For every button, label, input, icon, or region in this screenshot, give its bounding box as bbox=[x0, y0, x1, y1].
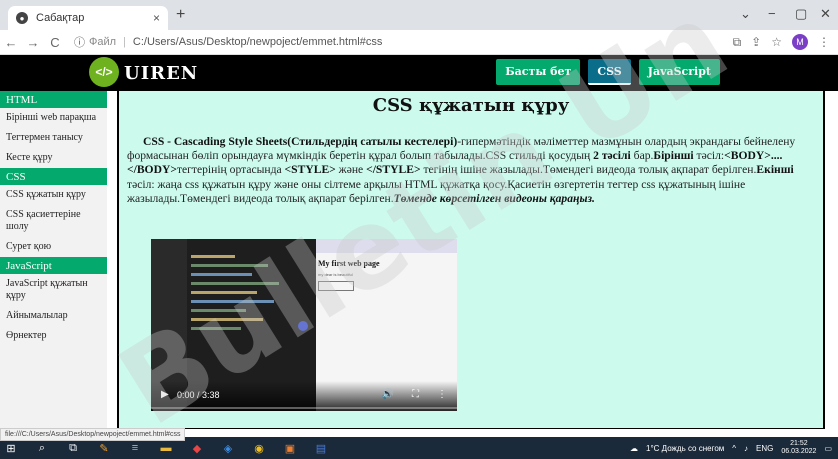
status-url-tooltip: file:///C:/Users/Asus/Desktop/newpoject/… bbox=[0, 428, 186, 441]
address-bar[interactable]: ⓘ Файл | C:/Users/Asus/Desktop/newpoject… bbox=[74, 34, 382, 50]
reload-button[interactable]: C bbox=[44, 35, 66, 50]
sidebar-item-image[interactable]: Сурет қою bbox=[0, 237, 107, 257]
menu-icon[interactable]: ⋮ bbox=[818, 35, 830, 49]
sidebar-item-variables[interactable]: Айнымалылар bbox=[0, 306, 107, 326]
url-scheme: Файл bbox=[89, 36, 117, 48]
css-definition: CSS - Cascading Style Sheets(Стильдердің… bbox=[143, 135, 458, 148]
close-window-button[interactable]: ✕ bbox=[820, 6, 831, 22]
sidebar-item-tags[interactable]: Тегтермен танысу bbox=[0, 128, 107, 148]
logo-icon[interactable]: </> bbox=[89, 57, 119, 87]
clock-time: 21:52 bbox=[790, 440, 808, 447]
video-cursor-dot bbox=[298, 321, 308, 331]
nav-css[interactable]: CSS bbox=[588, 59, 631, 85]
app-icon-6[interactable]: ▤ bbox=[310, 437, 332, 459]
new-tab-button[interactable]: + bbox=[176, 6, 185, 24]
sidebar-item-first-page[interactable]: Бірінші web парақша bbox=[0, 108, 107, 128]
app-icon-3[interactable]: ◆ bbox=[186, 437, 208, 459]
video-menu-icon[interactable]: ⋮ bbox=[437, 389, 447, 400]
sidebar-heading-css: CSS bbox=[0, 168, 107, 185]
language-indicator[interactable]: ENG bbox=[756, 444, 773, 453]
tab-strip: ● Сабақтар × + ⌄ − ▢ ✕ bbox=[0, 0, 838, 30]
tab-title: Сабақтар bbox=[36, 12, 85, 24]
nav-home[interactable]: Басты бет bbox=[496, 59, 581, 85]
sidebar: HTML Бірінші web парақша Тегтермен таныс… bbox=[0, 91, 107, 428]
nav-javascript[interactable]: JavaScript bbox=[638, 59, 720, 85]
video-browser-bar bbox=[316, 239, 457, 253]
video-controls: ▶ 0:00 / 3:38 🔊 ⛶ ⋮ bbox=[151, 381, 457, 411]
toolbar-right: ⧉ ⇪ ☆ M ⋮ bbox=[733, 34, 830, 50]
volume-tray-icon[interactable]: ♪ bbox=[744, 444, 748, 453]
site-nav: Басты бет CSS JavaScript bbox=[496, 59, 720, 85]
style-close-tag: </STYLE> bbox=[366, 163, 421, 177]
system-tray: ☁ 1°C Дождь со снегом ^ ♪ ENG 21:52 06.0… bbox=[630, 437, 832, 459]
back-button[interactable]: ← bbox=[0, 35, 22, 50]
fullscreen-icon[interactable]: ⛶ bbox=[412, 389, 419, 400]
video-page-table bbox=[318, 281, 354, 291]
video-page-subtitle: my dear is beautiful bbox=[318, 272, 353, 277]
clock-date: 06.03.2022 bbox=[781, 448, 817, 455]
text-part-4: тегтерінің ортасында bbox=[176, 163, 285, 177]
video-progress-bar[interactable] bbox=[151, 407, 457, 409]
app-icon-5[interactable]: ▣ bbox=[279, 437, 301, 459]
video-page-title: My first web page bbox=[318, 259, 380, 268]
chrome-icon[interactable]: ◉ bbox=[248, 437, 270, 459]
sidebar-heading-javascript: JavaScript bbox=[0, 257, 107, 274]
watch-video-note: Төменде көрсетілген видеоны қараңыз. bbox=[393, 191, 595, 205]
methods-count: 2 тәсілі bbox=[593, 149, 631, 163]
video-control-icons: 🔊 ⛶ ⋮ bbox=[382, 389, 447, 400]
notifications-icon[interactable]: ▭ bbox=[824, 444, 832, 453]
text-part-6: тегінің ішіне жазылады.Төмендегі видеода… bbox=[420, 163, 757, 177]
intro-paragraph: CSS - Cascading Style Sheets(Стильдердің… bbox=[127, 135, 817, 206]
weather-text[interactable]: 1°C Дождь со снегом bbox=[646, 444, 724, 453]
sidebar-item-expressions[interactable]: Өрнектер bbox=[0, 326, 107, 346]
app-icon-4[interactable]: ◈ bbox=[217, 437, 239, 459]
second-method-label: Екінші bbox=[756, 163, 794, 177]
volume-icon[interactable]: 🔊 bbox=[382, 389, 394, 400]
first-method-label: Бірінші bbox=[653, 149, 694, 163]
sidebar-item-css-document[interactable]: CSS құжатын құру bbox=[0, 185, 107, 205]
page-title: CSS құжатын құру bbox=[372, 95, 570, 116]
tray-chevron-icon[interactable]: ^ bbox=[732, 444, 736, 453]
sidebar-item-js-document[interactable]: JavaScript құжатын құру bbox=[0, 274, 107, 306]
forward-button[interactable]: → bbox=[22, 35, 44, 50]
minimize-button[interactable]: − bbox=[768, 6, 776, 21]
url-path: C:/Users/Asus/Desktop/newpoject/emmet.ht… bbox=[132, 36, 383, 48]
video-player[interactable]: My first web page my dear is beautiful ▶… bbox=[151, 239, 457, 411]
sidebar-heading-html: HTML bbox=[0, 91, 107, 108]
text-part-5: және bbox=[335, 163, 367, 177]
tab-search-icon[interactable]: ⌄ bbox=[740, 6, 751, 22]
translate-icon[interactable]: ⧉ bbox=[733, 35, 742, 50]
info-icon[interactable]: ⓘ bbox=[74, 34, 85, 50]
tab-favicon-icon: ● bbox=[16, 12, 28, 24]
weather-icon[interactable]: ☁ bbox=[630, 444, 638, 453]
text-part-2: бар. bbox=[630, 149, 654, 163]
play-icon[interactable]: ▶ bbox=[161, 389, 169, 400]
bookmark-star-icon[interactable]: ☆ bbox=[771, 35, 782, 49]
main-content: CSS құжатын құру CSS - Cascading Style S… bbox=[117, 91, 825, 428]
content-bottom-border bbox=[117, 428, 825, 434]
maximize-button[interactable]: ▢ bbox=[795, 6, 807, 22]
video-code-lines bbox=[191, 249, 301, 336]
video-time: 0:00 / 3:38 bbox=[177, 390, 220, 400]
browser-tab[interactable]: ● Сабақтар × bbox=[8, 6, 168, 30]
sidebar-item-table[interactable]: Кесте құру bbox=[0, 148, 107, 168]
share-icon[interactable]: ⇪ bbox=[751, 35, 761, 49]
taskbar-clock[interactable]: 21:52 06.03.2022 bbox=[781, 440, 816, 456]
text-part-3: тәсіл: bbox=[693, 149, 725, 163]
tab-close-icon[interactable]: × bbox=[153, 11, 160, 25]
logo-text[interactable]: UIREN bbox=[124, 63, 198, 84]
url-separator: | bbox=[123, 36, 126, 48]
sidebar-item-css-properties[interactable]: CSS қасиеттеріне шолу bbox=[0, 205, 107, 237]
style-open-tag: <STYLE> bbox=[284, 163, 336, 177]
browser-toolbar: ← → C ⓘ Файл | C:/Users/Asus/Desktop/new… bbox=[0, 30, 838, 55]
profile-avatar[interactable]: M bbox=[792, 34, 808, 50]
